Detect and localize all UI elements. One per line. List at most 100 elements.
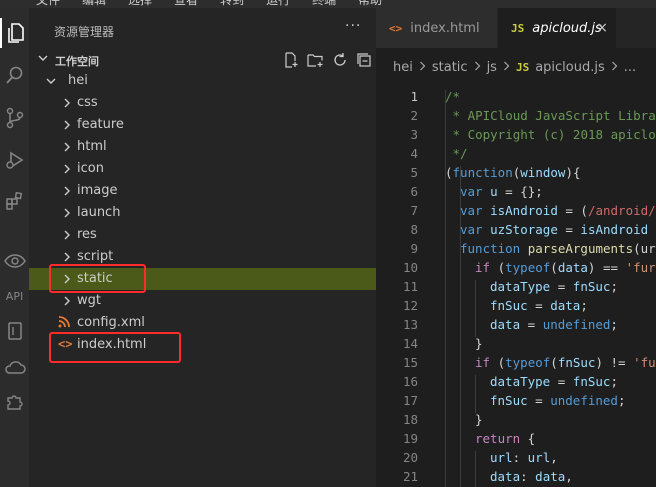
code-token: = bbox=[527, 393, 551, 408]
tab-label: apicloud.js bbox=[532, 20, 602, 36]
menu-item[interactable]: 选择 bbox=[128, 0, 152, 8]
explorer-icon[interactable] bbox=[0, 18, 29, 48]
code-token: ; bbox=[610, 317, 618, 332]
js-file-icon: JS bbox=[515, 61, 530, 74]
tree-root-label: hei bbox=[68, 73, 88, 88]
puzzle-icon[interactable] bbox=[0, 388, 29, 414]
tree-folder-launch[interactable]: launch bbox=[29, 202, 376, 224]
breadcrumb: hei static js JS apicloud.js... bbox=[393, 60, 636, 75]
code-token: uzStorage bbox=[490, 222, 558, 237]
tree-folder-res[interactable]: res bbox=[29, 224, 376, 246]
workspace-actions bbox=[283, 52, 372, 68]
menu-item[interactable]: 文件 bbox=[36, 0, 60, 8]
run-debug-icon[interactable] bbox=[0, 145, 29, 175]
code-text: data = undefined; bbox=[490, 317, 618, 332]
menu-item[interactable]: 运行 bbox=[266, 0, 290, 8]
code-token: if bbox=[475, 355, 491, 370]
cloud-icon[interactable] bbox=[0, 354, 29, 380]
workspace-header[interactable]: 工作空间 bbox=[29, 50, 376, 70]
close-icon[interactable]: × bbox=[596, 20, 608, 36]
menu-item[interactable]: 帮助 bbox=[358, 0, 382, 8]
highlight-box-index bbox=[49, 332, 181, 363]
code-token: = {}; bbox=[497, 184, 543, 199]
line-number: 11 bbox=[402, 279, 418, 294]
tree-folder-label: image bbox=[77, 183, 118, 198]
code-token: /* bbox=[445, 90, 461, 104]
code-text: dataType = fnSuc; bbox=[490, 279, 618, 294]
preview-eye-icon[interactable] bbox=[0, 246, 29, 276]
menu-bar: 文件 编辑 选择 查看 转到 运行 终端 帮助 bbox=[0, 0, 656, 8]
code-text: var isAndroid = (/android/ bbox=[460, 203, 656, 218]
breadcrumb-item[interactable]: static bbox=[432, 60, 468, 75]
line-number: 9 bbox=[410, 241, 418, 256]
code-token: ( bbox=[490, 260, 506, 275]
tree-folder-label: launch bbox=[77, 205, 121, 220]
menu-item[interactable]: 查看 bbox=[174, 0, 198, 8]
tree-folder-css[interactable]: css bbox=[29, 92, 376, 114]
tree-folder-html[interactable]: html bbox=[29, 136, 376, 158]
code-text: * APICloud JavaScript Libra bbox=[445, 108, 656, 123]
tree-root-hei[interactable]: hei bbox=[29, 70, 376, 92]
tab-apicloud-js[interactable]: JS apicloud.js × bbox=[498, 8, 616, 48]
extensions-icon[interactable] bbox=[0, 186, 29, 216]
new-file-icon[interactable] bbox=[283, 52, 299, 68]
code-line: 11 dataType = fnSuc; bbox=[376, 279, 656, 298]
breadcrumb-item[interactable]: hei bbox=[393, 60, 413, 75]
tab-bar: <> index.html JS apicloud.js × bbox=[376, 8, 656, 48]
code-text: if (typeof(fnSuc) != 'fu bbox=[475, 355, 656, 370]
workspace-label: 工作空间 bbox=[55, 55, 99, 68]
chevron-right-icon bbox=[474, 60, 481, 75]
tree-file-label: config.xml bbox=[77, 315, 145, 330]
code-line: 17 fnSuc = undefined; bbox=[376, 393, 656, 412]
menu-item[interactable]: 编辑 bbox=[82, 0, 106, 8]
code-token: parseArguments bbox=[527, 241, 634, 256]
code-text: (function(window){ bbox=[445, 165, 581, 180]
line-number: 17 bbox=[402, 393, 418, 408]
breadcrumb-tail[interactable]: ... bbox=[624, 60, 636, 75]
code-line: 10 if (typeof(data) == 'fur bbox=[376, 260, 656, 279]
device-icon[interactable] bbox=[0, 318, 29, 344]
code-token: (ur bbox=[633, 241, 656, 256]
code-editor[interactable]: 1/* 2 * APICloud JavaScript Libra 3 * Copy… bbox=[376, 90, 656, 487]
tree-folder-image[interactable]: image bbox=[29, 180, 376, 202]
tree-file-config-xml[interactable]: config.xml bbox=[29, 312, 376, 334]
code-token: = ( bbox=[557, 203, 588, 218]
breadcrumb-file[interactable]: apicloud.js bbox=[535, 60, 605, 75]
highlight-box-static bbox=[49, 264, 146, 293]
code-token: : bbox=[520, 469, 536, 484]
menu-item[interactable]: 转到 bbox=[220, 0, 244, 8]
chevron-right-icon bbox=[62, 141, 72, 156]
refresh-icon[interactable] bbox=[332, 52, 348, 68]
tree-folder-label: res bbox=[77, 227, 97, 242]
line-number: 3 bbox=[410, 127, 418, 142]
new-folder-icon[interactable] bbox=[307, 52, 324, 68]
tree-folder-icon[interactable]: icon bbox=[29, 158, 376, 180]
line-number: 12 bbox=[402, 298, 418, 313]
line-number: 6 bbox=[410, 184, 418, 199]
tree-folder-wgt[interactable]: wgt bbox=[29, 290, 376, 312]
code-token: ( bbox=[445, 165, 453, 180]
code-text: var uzStorage = isAndroid bbox=[460, 222, 648, 237]
code-token: data bbox=[535, 469, 566, 484]
code-token: ( bbox=[490, 355, 506, 370]
code-token: typeof bbox=[505, 355, 551, 370]
editor-area: <> index.html JS apicloud.js × hei static js JS… bbox=[376, 8, 656, 487]
code-token: typeof bbox=[505, 260, 551, 275]
search-icon[interactable] bbox=[0, 60, 29, 90]
code-token: ; bbox=[610, 279, 618, 294]
menu-item[interactable]: 终端 bbox=[312, 0, 336, 8]
tree-folder-feature[interactable]: feature bbox=[29, 114, 376, 136]
code-token: data bbox=[550, 298, 581, 313]
source-control-icon[interactable] bbox=[0, 103, 29, 133]
code-line: 13 data = undefined; bbox=[376, 317, 656, 336]
breadcrumb-item[interactable]: js bbox=[487, 60, 497, 75]
code-token: ) == bbox=[587, 260, 626, 275]
line-number: 4 bbox=[410, 146, 418, 161]
collapse-all-icon[interactable] bbox=[356, 52, 372, 68]
code-token: ; bbox=[610, 374, 618, 389]
code-token: /android/ bbox=[587, 203, 656, 218]
more-actions-button[interactable]: ··· bbox=[345, 18, 361, 34]
tab-index-html[interactable]: <> index.html bbox=[376, 8, 498, 48]
api-icon[interactable]: API bbox=[0, 284, 29, 308]
